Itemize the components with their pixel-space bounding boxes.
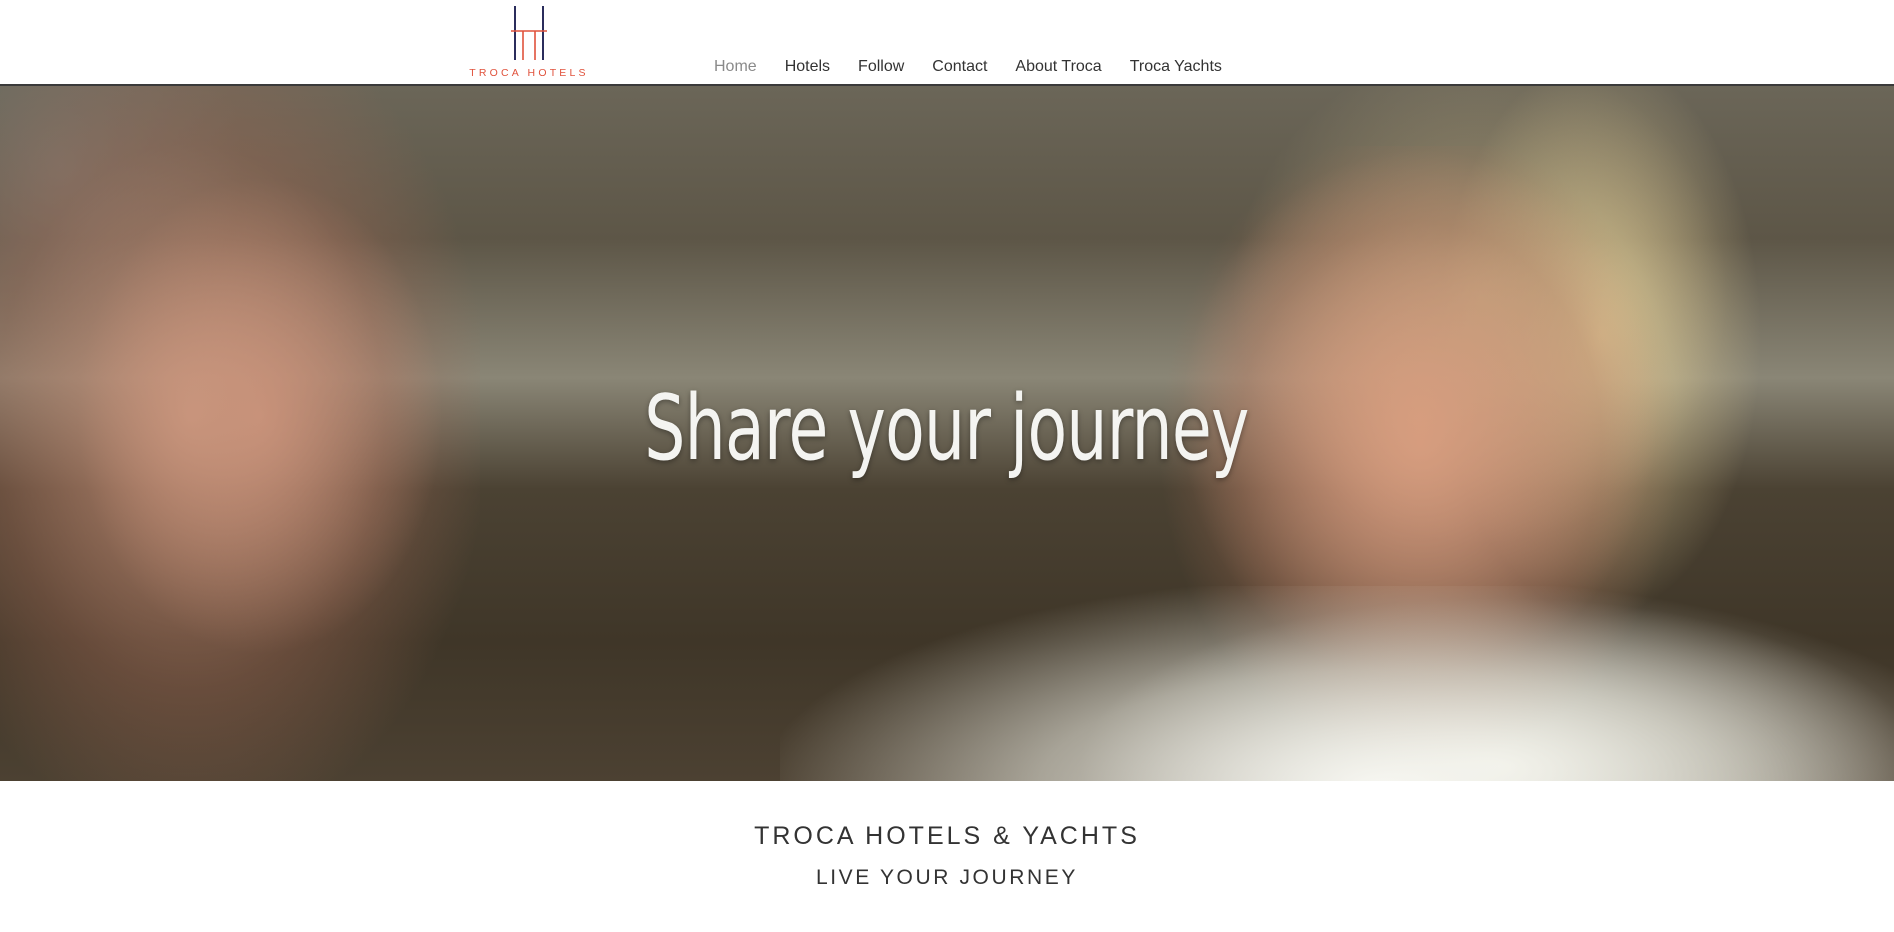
nav-item-contact[interactable]: Contact — [918, 54, 1001, 80]
troca-hotels-logo-icon — [511, 6, 547, 60]
site-logo[interactable]: TROCA HOTELS — [466, 4, 592, 80]
site-header: TROCA HOTELS Home Hotels Follow Contact … — [0, 0, 1894, 86]
nav-item-about-troca[interactable]: About Troca — [1001, 54, 1115, 80]
logo-text: TROCA HOTELS — [469, 67, 589, 79]
hero-banner: Share your journey — [0, 86, 1894, 781]
nav-item-troca-yachts[interactable]: Troca Yachts — [1116, 54, 1236, 80]
nav-item-follow[interactable]: Follow — [844, 54, 918, 80]
section-subheadline: LIVE YOUR JOURNEY — [815, 866, 1079, 889]
nav-item-hotels[interactable]: Hotels — [771, 54, 844, 80]
nav-item-home[interactable]: Home — [700, 54, 771, 80]
hero-title: Share your journey — [644, 376, 1249, 481]
section-headline: TROCA HOTELS & YACHTS — [754, 822, 1140, 850]
hero-image-shirt — [780, 586, 1894, 781]
main-nav: Home Hotels Follow Contact About Troca T… — [700, 54, 1236, 80]
